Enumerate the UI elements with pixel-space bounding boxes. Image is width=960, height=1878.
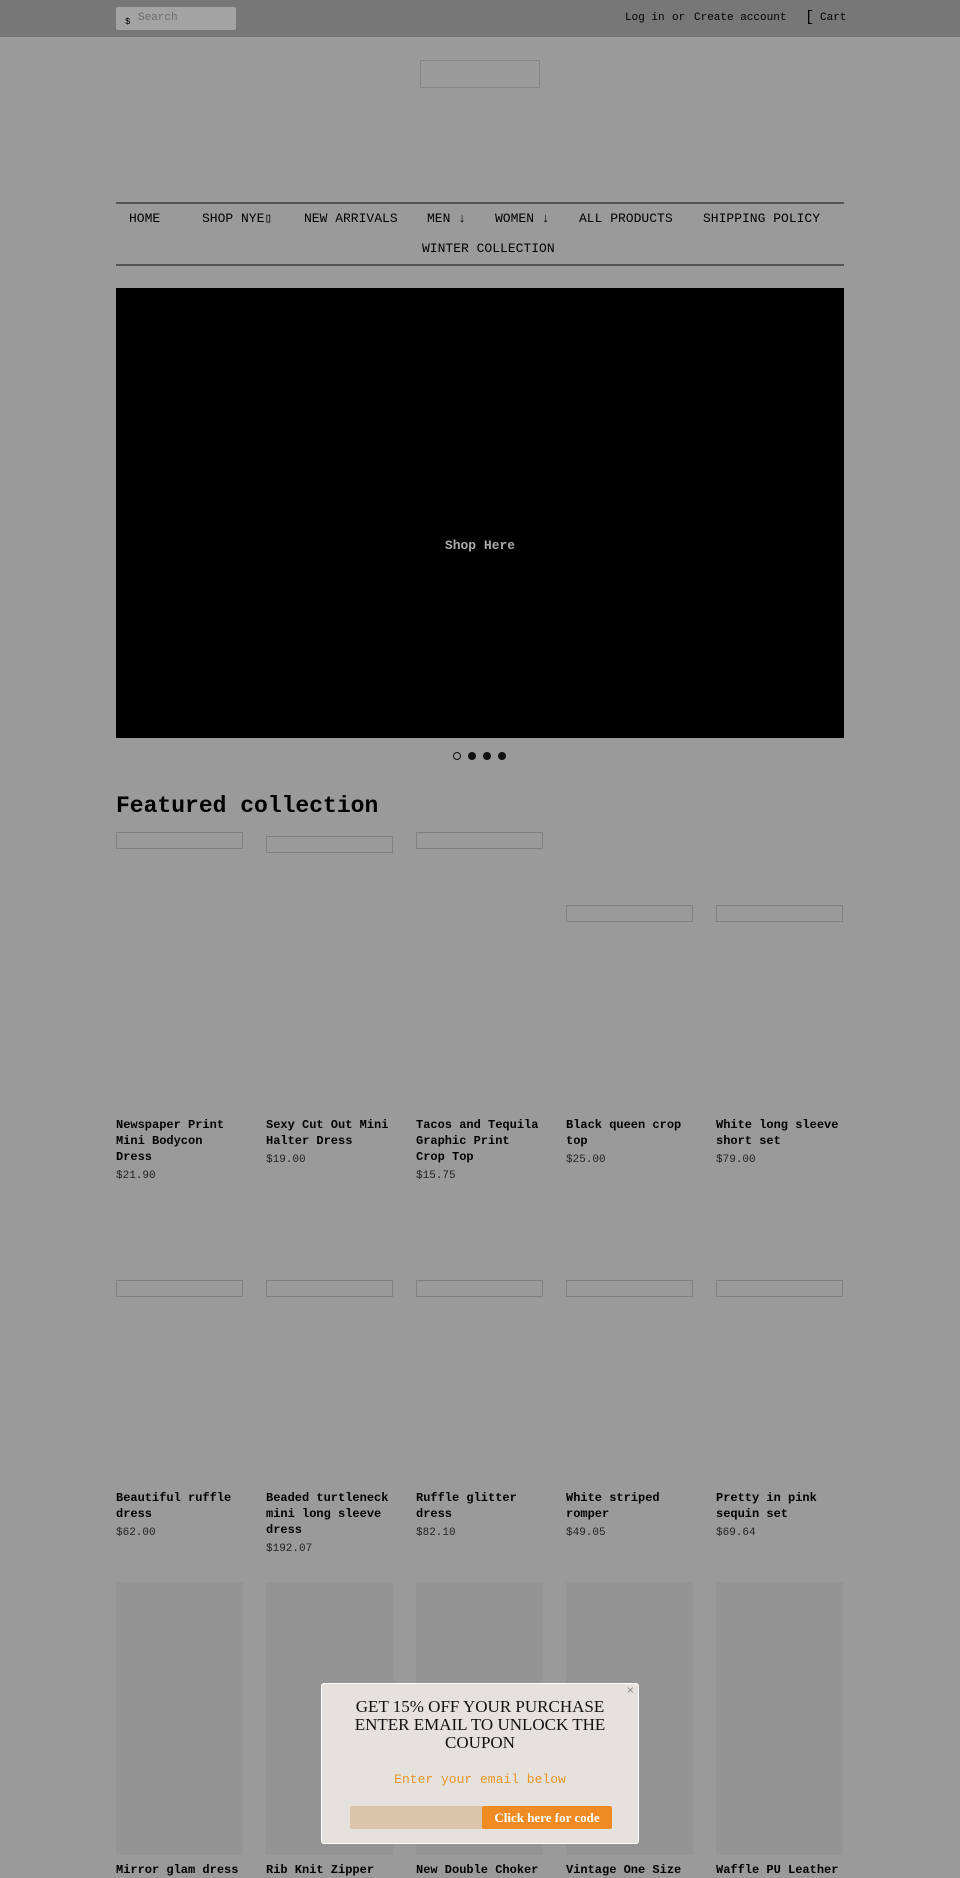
login-link[interactable]: Log in — [625, 12, 665, 24]
product-price: $69.64 — [716, 1527, 756, 1539]
product-card[interactable]: Ruffle glitter dress $82.10 — [416, 1490, 543, 1539]
nav-women[interactable]: WOMEN ↓ — [495, 211, 550, 226]
nav-shop-nye[interactable]: SHOP NYE▯ — [202, 211, 272, 226]
product-price: $192.07 — [266, 1543, 313, 1555]
product-card[interactable]: Waffle PU Leather — [716, 1862, 843, 1878]
product-card[interactable]: White long sleeve short set $79.00 — [716, 1117, 843, 1166]
product-card[interactable]: Pretty in pink sequin set $69.64 — [716, 1490, 843, 1539]
product-title[interactable]: Black queen crop top — [566, 1117, 693, 1149]
product-price: $62.00 — [116, 1527, 156, 1539]
create-account-link[interactable]: Create account — [694, 12, 786, 24]
product-price: $19.00 — [266, 1154, 306, 1166]
popup-heading: GET 15% OFF YOUR PURCHASE ENTER EMAIL TO… — [354, 1697, 606, 1752]
get-code-button[interactable]: Click here for code — [482, 1806, 612, 1829]
slide-dot[interactable] — [483, 752, 491, 760]
product-card[interactable]: Mirror glam dress — [116, 1862, 243, 1878]
product-image[interactable] — [266, 836, 393, 853]
popup-subtitle: Enter your email below — [394, 1772, 566, 1787]
section-title: Featured collection — [116, 793, 379, 819]
slide-dot[interactable] — [498, 752, 506, 760]
product-image[interactable] — [116, 832, 243, 849]
nav-home[interactable]: HOME — [129, 211, 160, 226]
product-title[interactable]: Beaded turtleneck mini long sleeve dress — [266, 1490, 393, 1538]
slide-dot[interactable] — [453, 752, 461, 760]
product-card[interactable]: Black queen crop top $25.00 — [566, 1117, 693, 1166]
product-title[interactable]: White long sleeve short set — [716, 1117, 843, 1149]
product-title[interactable]: Rib Knit Zipper — [266, 1862, 393, 1878]
search-icon: $ — [125, 17, 131, 27]
product-title[interactable]: Newspaper Print Mini Bodycon Dress — [116, 1117, 243, 1165]
product-title[interactable]: Pretty in pink sequin set — [716, 1490, 843, 1522]
nav-shipping-policy[interactable]: SHIPPING POLICY — [703, 211, 820, 226]
logo[interactable] — [420, 60, 540, 88]
product-image[interactable] — [416, 1280, 543, 1297]
cart-link[interactable]: Cart — [820, 12, 846, 24]
product-title[interactable]: Waffle PU Leather — [716, 1862, 843, 1878]
nav-new-arrivals[interactable]: NEW ARRIVALS — [304, 211, 398, 226]
product-title[interactable]: New Double Choker — [416, 1862, 543, 1878]
search-box[interactable]: $ — [116, 7, 236, 30]
or-text: or — [672, 12, 686, 24]
product-title[interactable]: Sexy Cut Out Mini Halter Dress — [266, 1117, 393, 1149]
search-input[interactable] — [138, 9, 232, 27]
nav-divider — [116, 264, 844, 266]
product-card[interactable]: Vintage One Size — [566, 1862, 693, 1878]
product-card[interactable]: Beautiful ruffle dress $62.00 — [116, 1490, 243, 1539]
product-card[interactable]: Beaded turtleneck mini long sleeve dress… — [266, 1490, 393, 1555]
product-image[interactable] — [566, 1280, 693, 1297]
product-title[interactable]: Mirror glam dress — [116, 1862, 243, 1878]
product-image[interactable] — [716, 905, 843, 922]
nav-men[interactable]: MEN ↓ — [427, 211, 466, 226]
coupon-popup: × GET 15% OFF YOUR PURCHASE ENTER EMAIL … — [321, 1683, 639, 1844]
product-image[interactable] — [116, 1280, 243, 1297]
nav-divider — [116, 202, 844, 204]
product-price: $49.05 — [566, 1527, 606, 1539]
product-card[interactable]: Sexy Cut Out Mini Halter Dress $19.00 — [266, 1117, 393, 1166]
product-title[interactable]: Vintage One Size — [566, 1862, 693, 1878]
close-icon[interactable]: × — [627, 1684, 634, 1698]
hero-slideshow[interactable]: Shop Here — [116, 288, 844, 738]
product-title[interactable]: Beautiful ruffle dress — [116, 1490, 243, 1522]
nav-all-products[interactable]: ALL PRODUCTS — [579, 211, 673, 226]
product-card[interactable]: Tacos and Tequila Graphic Print Crop Top… — [416, 1117, 543, 1182]
product-image[interactable] — [266, 1280, 393, 1297]
slide-dot[interactable] — [468, 752, 476, 760]
product-title[interactable]: Ruffle glitter dress — [416, 1490, 543, 1522]
product-image[interactable] — [416, 832, 543, 849]
product-card[interactable]: Newspaper Print Mini Bodycon Dress $21.90 — [116, 1117, 243, 1182]
product-price: $82.10 — [416, 1527, 456, 1539]
hero-shop-here-link[interactable]: Shop Here — [116, 538, 844, 553]
product-price: $79.00 — [716, 1154, 756, 1166]
product-card[interactable]: New Double Choker — [416, 1862, 543, 1878]
product-image[interactable] — [716, 1280, 843, 1297]
product-price: $15.75 — [416, 1170, 456, 1182]
product-price: $21.90 — [116, 1170, 156, 1182]
product-image[interactable] — [116, 1582, 243, 1855]
product-title[interactable]: Tacos and Tequila Graphic Print Crop Top — [416, 1117, 543, 1165]
product-card[interactable]: Rib Knit Zipper — [266, 1862, 393, 1878]
product-title[interactable]: White striped romper — [566, 1490, 693, 1522]
product-image[interactable] — [716, 1582, 843, 1855]
product-image[interactable] — [566, 905, 693, 922]
product-card[interactable]: White striped romper $49.05 — [566, 1490, 693, 1539]
email-field[interactable] — [350, 1806, 483, 1829]
product-price: $25.00 — [566, 1154, 606, 1166]
nav-winter-collection[interactable]: WINTER COLLECTION — [422, 241, 555, 256]
cart-icon[interactable]: [ — [805, 9, 814, 26]
